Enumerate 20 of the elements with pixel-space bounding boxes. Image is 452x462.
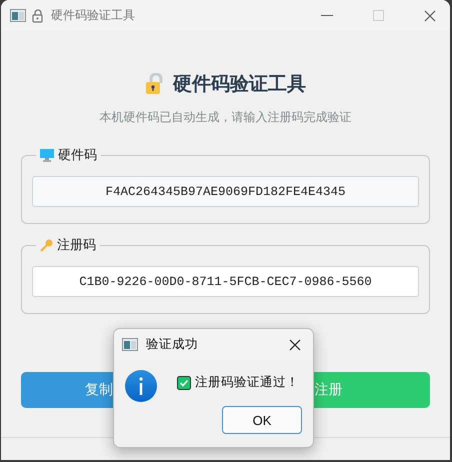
ok-button[interactable]: OK: [222, 406, 302, 434]
minimize-icon[interactable]: [321, 14, 333, 16]
group-label: 注册码: [57, 237, 96, 254]
close-icon[interactable]: [289, 338, 301, 350]
info-icon: [125, 370, 157, 402]
app-icon: [122, 338, 138, 351]
dialog-title: 验证成功: [146, 336, 198, 353]
code-field[interactable]: C1B0-9226-00D0-8711-5FCB-CEC7-0986-5560: [32, 266, 419, 297]
key-icon: [40, 238, 53, 252]
subtitle: 本机硬件码已自动生成，请输入注册码完成验证: [98, 109, 352, 126]
code-field[interactable]: F4AC264345B97AE9069FD182FE4E4345: [32, 176, 419, 207]
group-label: 硬件码: [58, 147, 97, 164]
lock-icon: [32, 8, 45, 22]
lock-icon: [145, 73, 165, 95]
monitor-icon: [40, 148, 54, 162]
app-icon: [10, 9, 26, 22]
checkmark-icon: [177, 376, 191, 390]
close-icon[interactable]: [424, 10, 436, 22]
app-heading: 硬件码验证工具: [173, 72, 306, 97]
window-title: 硬件码验证工具: [51, 7, 135, 24]
